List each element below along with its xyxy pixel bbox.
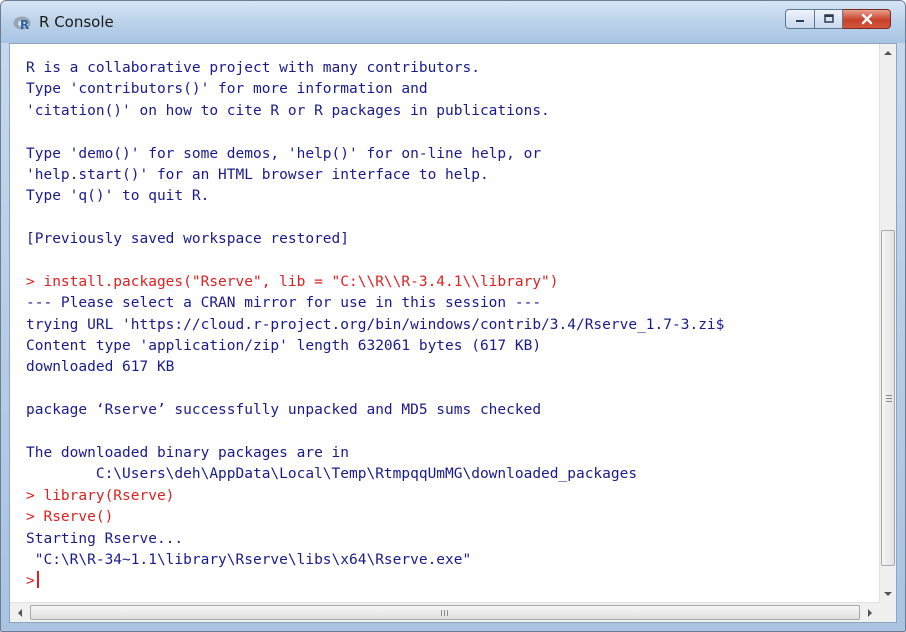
console-output-line: 'citation()' on how to cite R or R packa… xyxy=(26,102,550,119)
console-output-line: Type 'demo()' for some demos, 'help()' f… xyxy=(26,145,542,162)
close-button[interactable] xyxy=(843,9,891,29)
console-client-area: R is a collaborative project with many c… xyxy=(9,43,897,623)
r-logo-icon: R xyxy=(13,16,31,31)
text-cursor xyxy=(36,571,39,589)
close-icon xyxy=(861,13,872,25)
maximize-button[interactable] xyxy=(815,9,843,29)
minimize-button[interactable] xyxy=(785,9,815,29)
window-title: R Console xyxy=(39,13,114,31)
horizontal-scrollbar[interactable] xyxy=(10,602,880,622)
scroll-right-button[interactable] xyxy=(862,604,878,621)
console-output-line: Type 'q()' to quit R. xyxy=(26,188,210,205)
console-output-line: [Previously saved workspace restored] xyxy=(26,231,350,248)
console-input-line: > Rserve() xyxy=(26,509,114,526)
console-output-line: Starting Rserve... xyxy=(26,530,184,547)
minimize-icon xyxy=(796,20,804,22)
console-prompt: > xyxy=(26,573,35,590)
console-output[interactable]: R is a collaborative project with many c… xyxy=(10,44,880,602)
console-output-line: R is a collaborative project with many c… xyxy=(26,60,480,76)
scroll-up-button[interactable] xyxy=(880,44,896,61)
console-output-line: The downloaded binary packages are in xyxy=(26,445,350,462)
scrollbar-corner xyxy=(879,602,896,622)
vertical-scroll-thumb[interactable] xyxy=(881,230,895,566)
title-bar[interactable]: R R Console xyxy=(1,1,905,43)
scroll-down-button[interactable] xyxy=(880,585,896,602)
console-output-line: --- Please select a CRAN mirror for use … xyxy=(26,295,542,312)
arrow-up-icon xyxy=(884,50,892,55)
arrow-down-icon xyxy=(884,591,892,596)
console-output-line: 'help.start()' for an HTML browser inter… xyxy=(26,166,489,183)
console-output-line: C:\Users\deh\AppData\Local\Temp\RtmpqqUm… xyxy=(26,466,638,483)
horizontal-scroll-thumb[interactable] xyxy=(30,605,860,620)
console-input-line: > library(Rserve) xyxy=(26,487,175,504)
console-input-line: > install.packages("Rserve", lib = "C:\\… xyxy=(26,273,559,290)
console-output-line: trying URL 'https://cloud.r-project.org/… xyxy=(26,316,725,333)
svg-text:R: R xyxy=(20,18,29,31)
console-output-line: package ‘Rserve’ successfully unpacked a… xyxy=(26,402,542,419)
arrow-right-icon xyxy=(868,608,872,617)
arrow-left-icon xyxy=(18,608,22,617)
console-output-line: downloaded 617 KB xyxy=(26,359,175,376)
console-output-line: "C:\R\R-34~1.1\library\Rserve\libs\x64\R… xyxy=(26,551,472,568)
console-output-line: Content type 'application/zip' length 63… xyxy=(26,338,542,355)
maximize-icon xyxy=(823,14,834,23)
console-output-line: Type 'contributors()' for more informati… xyxy=(26,81,428,98)
scroll-left-button[interactable] xyxy=(12,604,28,621)
r-console-window: R R Console R is a collaborative project… xyxy=(0,0,906,632)
vertical-scrollbar[interactable] xyxy=(879,44,896,602)
console-prompt-line[interactable]: > xyxy=(26,571,880,592)
